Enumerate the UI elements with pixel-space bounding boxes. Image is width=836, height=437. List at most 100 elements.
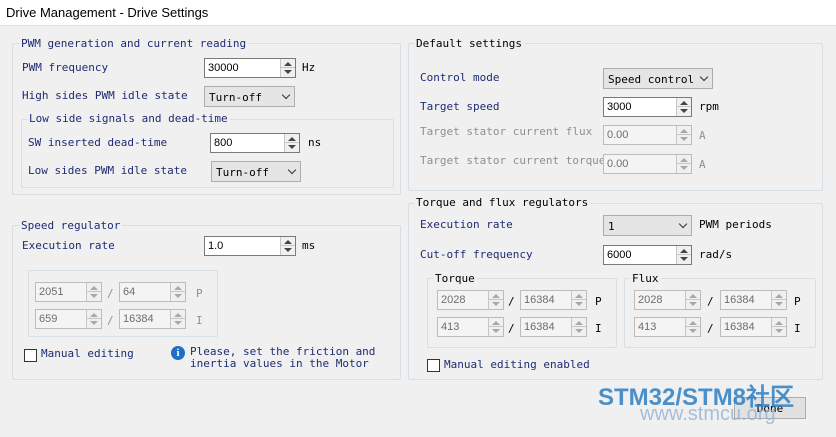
deadtime-spin-arrows[interactable] <box>284 134 299 152</box>
title-bar: Drive Management - Drive Settings <box>0 0 836 26</box>
high-idle-label: High sides PWM idle state <box>22 89 188 102</box>
flux-i-label: I <box>794 322 801 335</box>
high-idle-value: Turn-off <box>209 91 262 104</box>
speed-manual-editing-label: Manual editing <box>41 347 134 360</box>
flux-pi-title: Flux <box>630 272 661 285</box>
speed-i-label: I <box>196 314 203 327</box>
torque-pi-box <box>427 278 617 348</box>
tf-exec-rate-unit: PWM periods <box>699 218 772 231</box>
flux-pi-box <box>624 278 816 348</box>
spin-down-icon[interactable] <box>288 145 296 149</box>
pwm-frequency-value: 30000 <box>208 62 239 74</box>
target-flux-spinbox: 0.00 <box>603 125 692 145</box>
spin-down-icon[interactable] <box>284 248 292 252</box>
low-idle-select[interactable]: Turn-off <box>211 161 301 182</box>
target-speed-label: Target speed <box>420 100 500 113</box>
spin-up-icon[interactable] <box>680 101 688 105</box>
speed-p-label: P <box>196 287 203 300</box>
default-settings-title: Default settings <box>414 37 524 50</box>
spin-down-icon[interactable] <box>680 257 688 261</box>
info-icon: i <box>171 346 185 360</box>
flux-i-numerator: 413 <box>634 317 701 337</box>
deadtime-spinbox[interactable]: 800 <box>210 133 300 153</box>
slash-label: / <box>508 295 515 308</box>
speed-exec-rate-label: Execution rate <box>22 239 115 252</box>
high-idle-select[interactable]: Turn-off <box>204 86 295 107</box>
chevron-down-icon <box>699 72 709 82</box>
pwm-frequency-label: PWM frequency <box>22 61 109 74</box>
target-torque-spinbox: 0.00 <box>603 154 692 174</box>
torque-p-numerator: 2028 <box>437 290 504 310</box>
slash-label: / <box>107 314 114 327</box>
spin-up-icon[interactable] <box>284 62 292 66</box>
speed-i-numerator: 659 <box>35 309 102 329</box>
target-flux-label: Target stator current flux <box>420 125 593 138</box>
spin-up-icon[interactable] <box>284 240 292 244</box>
target-torque-value: 0.00 <box>607 158 629 170</box>
cutoff-frequency-unit: rad/s <box>699 248 733 261</box>
speed-p-denominator: 64 <box>119 282 186 302</box>
torque-flux-title: Torque and flux regulators <box>414 196 591 209</box>
torque-pi-title: Torque <box>433 272 477 285</box>
target-speed-value: 3000 <box>607 101 632 113</box>
cutoff-frequency-value: 6000 <box>607 249 632 261</box>
torque-i-numerator: 413 <box>437 317 504 337</box>
slash-label: / <box>707 322 714 335</box>
spin-up-icon[interactable] <box>680 249 688 253</box>
slash-label: / <box>107 287 114 300</box>
pwm-frequency-unit: Hz <box>302 61 316 74</box>
tf-exec-rate-select[interactable]: 1 <box>603 215 692 236</box>
flux-i-denominator: 16384 <box>720 317 787 337</box>
pwm-group-title: PWM generation and current reading <box>19 37 249 50</box>
flux-p-denominator: 16384 <box>720 290 787 310</box>
target-flux-value: 0.00 <box>607 129 629 141</box>
speed-manual-editing-checkbox[interactable] <box>24 349 37 362</box>
target-speed-spinbox[interactable]: 3000 <box>603 97 692 117</box>
chevron-down-icon <box>281 90 291 100</box>
tf-manual-editing-checkbox[interactable] <box>427 359 440 372</box>
speed-i-denominator: 16384 <box>119 309 186 329</box>
tf-exec-rate-label: Execution rate <box>420 218 513 231</box>
target-speed-spin-arrows[interactable] <box>676 98 691 116</box>
target-flux-unit: A <box>699 129 706 142</box>
speed-p-numerator: 2051 <box>35 282 102 302</box>
deadtime-label: SW inserted dead-time <box>28 136 168 149</box>
friction-note: Please, set the friction and inertia val… <box>190 345 376 370</box>
tf-exec-rate-value: 1 <box>608 220 615 233</box>
spin-down-icon[interactable] <box>284 70 292 74</box>
speed-regulator-title: Speed regulator <box>19 219 123 232</box>
pwm-frequency-spinbox[interactable]: 30000 <box>204 58 296 78</box>
low-idle-label: Low sides PWM idle state <box>28 164 187 177</box>
window-title: Drive Management - Drive Settings <box>6 5 209 20</box>
target-torque-unit: A <box>699 158 706 171</box>
deadtime-unit: ns <box>308 136 322 149</box>
target-torque-label: Target stator current torque <box>420 154 606 167</box>
speed-exec-rate-unit: ms <box>302 239 316 252</box>
speed-exec-rate-spinbox[interactable]: 1.0 <box>204 236 296 256</box>
cutoff-frequency-label: Cut-off frequency <box>420 248 533 261</box>
low-idle-value: Turn-off <box>216 166 269 179</box>
flux-p-numerator: 2028 <box>634 290 701 310</box>
chevron-down-icon <box>678 219 688 229</box>
slash-label: / <box>707 295 714 308</box>
cutoff-spin-arrows[interactable] <box>676 246 691 264</box>
chevron-down-icon <box>287 165 297 175</box>
tf-manual-editing-label: Manual editing enabled <box>444 358 590 371</box>
spin-up-icon[interactable] <box>288 137 296 141</box>
control-mode-select[interactable]: Speed control <box>603 68 713 89</box>
control-mode-value: Speed control <box>608 73 695 86</box>
pwm-frequency-spin-arrows[interactable] <box>280 59 295 77</box>
torque-i-denominator: 16384 <box>520 317 587 337</box>
watermark-url: www.stmcu.org <box>640 403 776 425</box>
cutoff-frequency-spinbox[interactable]: 6000 <box>603 245 692 265</box>
speed-exec-spin-arrows[interactable] <box>280 237 295 255</box>
low-side-group-title: Low side signals and dead-time <box>27 112 230 125</box>
target-speed-unit: rpm <box>699 100 719 113</box>
flux-p-label: P <box>794 295 801 308</box>
deadtime-value: 800 <box>214 137 233 149</box>
torque-p-denominator: 16384 <box>520 290 587 310</box>
control-mode-label: Control mode <box>420 71 500 84</box>
spin-down-icon[interactable] <box>680 109 688 113</box>
torque-i-label: I <box>595 322 602 335</box>
torque-p-label: P <box>595 295 602 308</box>
